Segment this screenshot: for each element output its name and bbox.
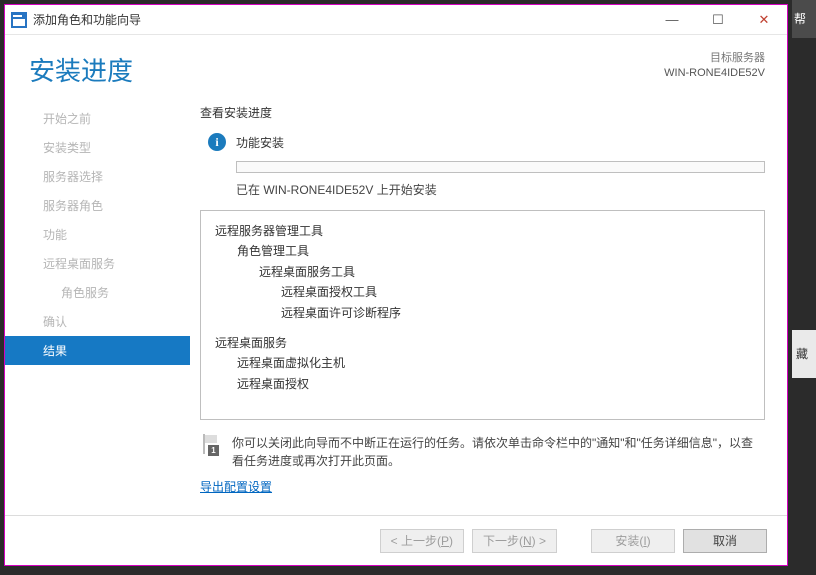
info-icon: i bbox=[208, 133, 226, 151]
page-heading: 安装进度 bbox=[29, 51, 664, 88]
close-button[interactable]: ✕ bbox=[741, 5, 787, 35]
flag-icon: 1 bbox=[200, 434, 222, 456]
sidebar-item-0: 开始之前 bbox=[5, 104, 190, 133]
status-row: i 功能安装 bbox=[208, 133, 765, 151]
sidebar-item-3: 服务器角色 bbox=[5, 191, 190, 220]
target-server-block: 目标服务器 WIN-RONE4IDE52V bbox=[664, 51, 765, 82]
progress-subtext: 已在 WIN-RONE4IDE52V 上开始安装 bbox=[236, 181, 765, 198]
export-config-link[interactable]: 导出配置设置 bbox=[200, 478, 765, 495]
wizard-sidebar: 开始之前安装类型服务器选择服务器角色功能远程桌面服务角色服务确认结果 bbox=[5, 98, 190, 515]
feature-item: 远程桌面授权工具 bbox=[281, 282, 750, 302]
install-button: 安装(I) bbox=[591, 529, 675, 553]
sidebar-item-4: 功能 bbox=[5, 220, 190, 249]
sidebar-item-5: 远程桌面服务 bbox=[5, 249, 190, 278]
flag-badge: 1 bbox=[208, 445, 219, 456]
feature-item: 远程桌面授权 bbox=[237, 374, 750, 394]
features-list: 远程服务器管理工具角色管理工具远程桌面服务工具远程桌面授权工具远程桌面许可诊断程… bbox=[200, 210, 765, 420]
sidebar-item-7: 确认 bbox=[5, 307, 190, 336]
maximize-button[interactable]: ☐ bbox=[695, 5, 741, 35]
wizard-header: 安装进度 目标服务器 WIN-RONE4IDE52V bbox=[5, 35, 787, 98]
app-icon bbox=[11, 12, 27, 28]
feature-item: 远程桌面许可诊断程序 bbox=[281, 303, 750, 323]
wizard-content: 查看安装进度 i 功能安装 已在 WIN-RONE4IDE52V 上开始安装 远… bbox=[190, 98, 787, 515]
tip-row: 1 你可以关闭此向导而不中断正在运行的任务。请依次单击命令栏中的"通知"和"任务… bbox=[200, 434, 765, 470]
sidebar-item-6: 角色服务 bbox=[5, 278, 190, 307]
target-server-value: WIN-RONE4IDE52V bbox=[664, 66, 765, 81]
cancel-button[interactable]: 取消 bbox=[683, 529, 767, 553]
progress-bar bbox=[236, 161, 765, 173]
feature-item: 远程桌面虚拟化主机 bbox=[237, 353, 750, 373]
tip-text: 你可以关闭此向导而不中断正在运行的任务。请依次单击命令栏中的"通知"和"任务详细… bbox=[232, 434, 765, 470]
sidebar-item-8[interactable]: 结果 bbox=[5, 336, 190, 365]
feature-item: 远程服务器管理工具 bbox=[215, 221, 750, 241]
status-text: 功能安装 bbox=[236, 134, 284, 151]
background-right-strip-top: 帮 bbox=[792, 0, 816, 38]
content-title: 查看安装进度 bbox=[200, 104, 765, 121]
prev-button: < 上一步(P) bbox=[380, 529, 464, 553]
feature-item: 远程桌面服务 bbox=[215, 333, 750, 353]
target-server-label: 目标服务器 bbox=[664, 51, 765, 66]
sidebar-item-2: 服务器选择 bbox=[5, 162, 190, 191]
titlebar: 添加角色和功能向导 — ☐ ✕ bbox=[5, 5, 787, 35]
feature-item: 远程桌面服务工具 bbox=[259, 262, 750, 282]
minimize-button[interactable]: — bbox=[649, 5, 695, 35]
window-title: 添加角色和功能向导 bbox=[33, 11, 649, 28]
sidebar-item-1: 安装类型 bbox=[5, 133, 190, 162]
wizard-window: 添加角色和功能向导 — ☐ ✕ 安装进度 目标服务器 WIN-RONE4IDE5… bbox=[4, 4, 788, 566]
wizard-footer: < 上一步(P) 下一步(N) > 安装(I) 取消 bbox=[5, 515, 787, 565]
feature-item: 角色管理工具 bbox=[237, 241, 750, 261]
next-button: 下一步(N) > bbox=[472, 529, 557, 553]
background-right-strip-mid: 藏 bbox=[792, 330, 816, 378]
